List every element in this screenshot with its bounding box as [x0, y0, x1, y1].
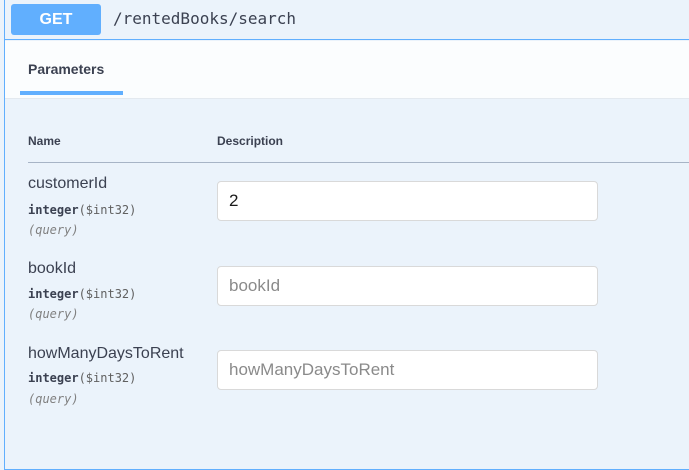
column-header-name: Name	[28, 134, 61, 148]
tab-parameters[interactable]: Parameters	[20, 41, 123, 95]
howManyDaysToRent-input[interactable]	[217, 350, 598, 390]
http-method-badge[interactable]: GET	[11, 4, 101, 35]
param-type-label: integer	[28, 203, 79, 217]
endpoint-path: /rentedBooks/search	[113, 9, 297, 28]
table-header-divider	[28, 162, 689, 163]
tabs-bar: Parameters	[5, 41, 689, 99]
param-format-label: ($int32)	[78, 203, 137, 217]
param-type-howManyDaysToRent: integer($int32)	[28, 371, 136, 385]
operation-block: GET /rentedBooks/search Parameters Name …	[4, 0, 689, 470]
bookId-input[interactable]	[217, 266, 598, 306]
param-format-label: ($int32)	[78, 287, 137, 301]
param-type-customerId: integer($int32)	[28, 203, 136, 217]
active-tab-indicator	[20, 91, 123, 95]
param-location-customerId: (query)	[28, 223, 79, 237]
param-type-label: integer	[28, 371, 79, 385]
param-format-label: ($int32)	[78, 371, 137, 385]
param-location-bookId: (query)	[28, 307, 79, 321]
operation-summary[interactable]: GET /rentedBooks/search	[5, 0, 689, 40]
param-type-bookId: integer($int32)	[28, 287, 136, 301]
param-name-howManyDaysToRent: howManyDaysToRent	[28, 345, 184, 362]
tab-parameters-label: Parameters	[28, 61, 105, 77]
column-header-description: Description	[217, 134, 284, 148]
param-name-customerId: customerId	[28, 175, 108, 192]
param-location-howManyDaysToRent: (query)	[28, 392, 79, 406]
param-type-label: integer	[28, 287, 79, 301]
customerId-input[interactable]	[217, 181, 598, 221]
param-name-bookId: bookId	[28, 260, 77, 277]
